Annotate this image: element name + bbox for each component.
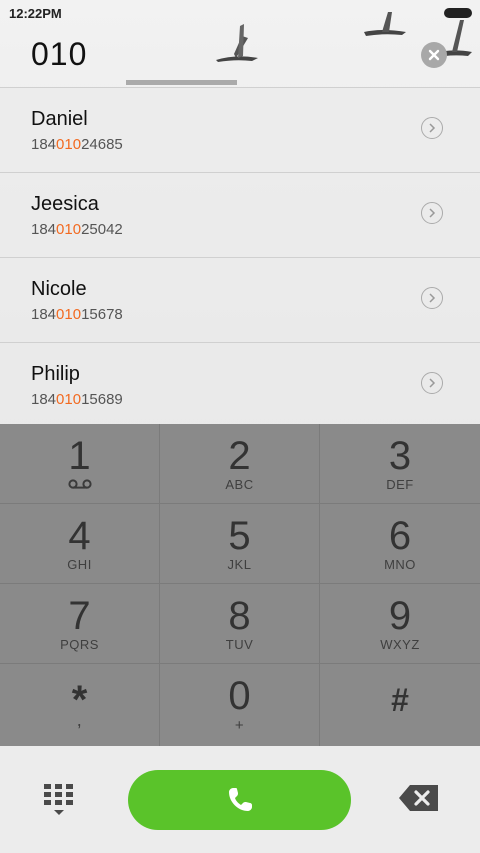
contact-results-list: Daniel 18401024685 Jeesica 18401025042 N… [0, 87, 480, 428]
dial-header: 010 [0, 28, 480, 86]
contact-number: 18401024685 [31, 136, 123, 153]
contact-row[interactable]: Jeesica 18401025042 [0, 173, 480, 258]
key-6[interactable]: 6 MNO [320, 504, 480, 584]
contact-name: Daniel [31, 108, 88, 130]
contact-name: Nicole [31, 278, 87, 300]
key-letters: MNO [384, 557, 416, 572]
key-digit: 9 [388, 594, 412, 638]
key-digit: # [391, 682, 409, 718]
key-letters: DEF [386, 477, 414, 492]
close-icon [428, 49, 440, 61]
key-letters: + [234, 717, 245, 734]
key-0[interactable]: 0 + [160, 664, 320, 746]
call-button[interactable] [128, 770, 351, 830]
status-time: 12:22PM [9, 6, 62, 21]
key-digit: 1 [68, 434, 91, 478]
chevron-right-icon [429, 378, 436, 388]
key-star[interactable]: * , [0, 664, 160, 746]
dialed-number: 010 [31, 36, 88, 72]
list-indicator [126, 80, 237, 85]
dial-keypad: 1 2 ABC 3 DEF 4 GHI 5 JKL 6 MNO 7 PQRS 8… [0, 424, 480, 746]
key-hash[interactable]: # [320, 664, 480, 746]
key-digit: 6 [388, 514, 412, 558]
backspace-icon [399, 785, 438, 811]
key-1[interactable]: 1 [0, 424, 160, 504]
contact-number: 18401015689 [31, 391, 123, 408]
key-digit: 7 [68, 594, 91, 638]
battery-icon [444, 8, 472, 18]
contact-detail-button[interactable] [421, 202, 443, 224]
key-digit: 8 [228, 594, 251, 638]
key-2[interactable]: 2 ABC [160, 424, 320, 504]
key-digit: 0 [228, 674, 251, 718]
chevron-right-icon [429, 208, 436, 218]
chevron-right-icon [429, 123, 436, 133]
key-letters: GHI [67, 557, 92, 572]
chevron-right-icon [429, 293, 436, 303]
contact-row[interactable]: Philip 18401015689 [0, 343, 480, 428]
key-letters: , [76, 710, 83, 730]
key-digit: 2 [228, 434, 251, 478]
phone-icon [228, 788, 252, 811]
clear-number-button[interactable] [421, 42, 447, 68]
key-letters: TUV [225, 637, 254, 652]
key-3[interactable]: 3 DEF [320, 424, 480, 504]
key-digit: 5 [228, 514, 251, 558]
key-digit: 4 [68, 514, 91, 558]
contact-row[interactable]: Nicole 18401015678 [0, 258, 480, 343]
key-5[interactable]: 5 JKL [160, 504, 320, 584]
action-bar [0, 746, 480, 853]
key-4[interactable]: 4 GHI [0, 504, 160, 584]
contact-number: 18401025042 [31, 221, 123, 238]
voicemail-icon [67, 479, 92, 489]
contact-detail-button[interactable] [421, 287, 443, 309]
key-9[interactable]: 9 WXYZ [320, 584, 480, 664]
key-letters: ABC [225, 477, 254, 492]
contact-number: 18401015678 [31, 306, 123, 323]
contact-detail-button[interactable] [421, 117, 443, 139]
key-digit: 3 [388, 434, 412, 478]
dialpad-icon [44, 784, 73, 815]
contact-detail-button[interactable] [421, 372, 443, 394]
contact-row[interactable]: Daniel 18401024685 [0, 87, 480, 173]
key-7[interactable]: 7 PQRS [0, 584, 160, 664]
status-bar: 12:22PM [0, 0, 480, 28]
key-letters: PQRS [60, 637, 99, 652]
key-letters: WXYZ [380, 637, 420, 652]
delete-button[interactable] [398, 784, 440, 812]
contact-name: Philip [31, 363, 80, 385]
keypad-toggle-button[interactable] [42, 782, 76, 818]
contact-name: Jeesica [31, 193, 99, 215]
key-8[interactable]: 8 TUV [160, 584, 320, 664]
key-letters: JKL [227, 557, 252, 572]
